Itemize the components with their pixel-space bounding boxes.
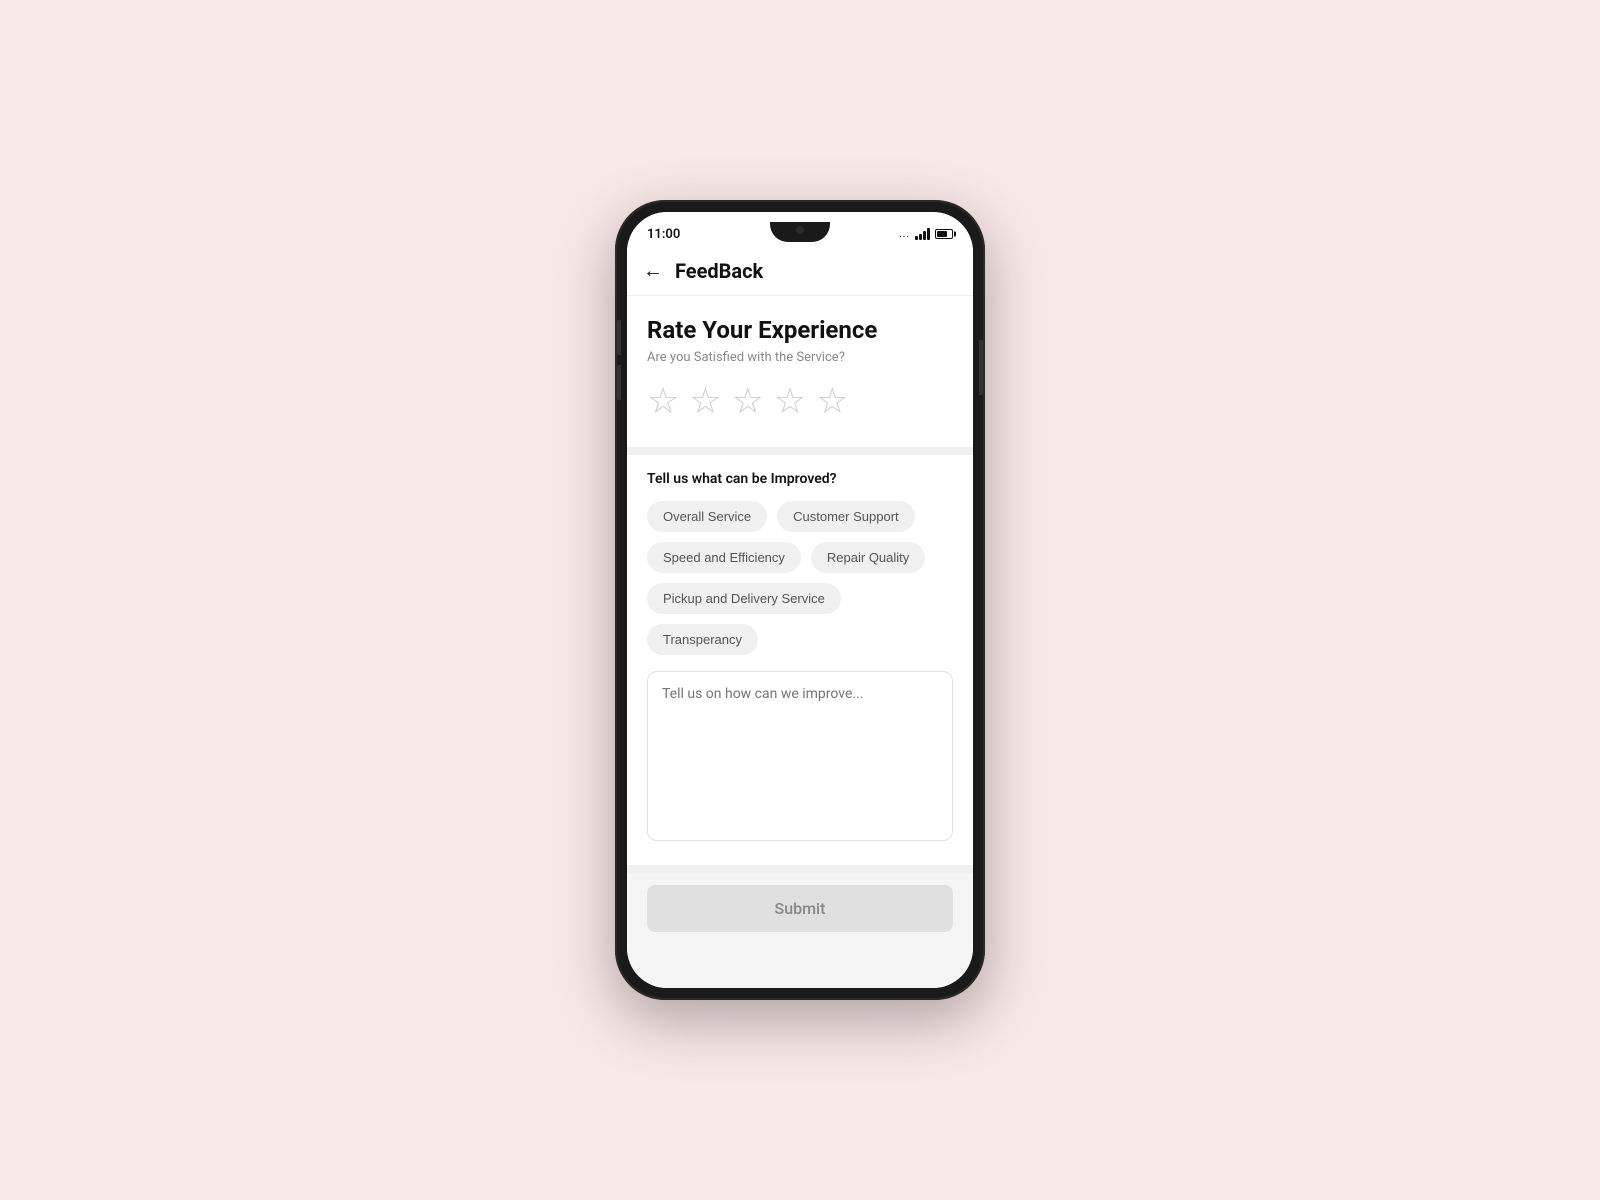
battery-fill — [937, 231, 947, 237]
improve-section: Tell us what can be Improved? Overall Se… — [627, 455, 973, 865]
tag-item[interactable]: Overall Service — [647, 501, 767, 532]
tag-item[interactable]: Transperancy — [647, 624, 758, 655]
rate-title: Rate Your Experience — [647, 316, 953, 344]
submit-button[interactable]: Submit — [647, 885, 953, 932]
signal-dots: ... — [899, 229, 910, 240]
tag-item[interactable]: Repair Quality — [811, 542, 925, 573]
rate-experience-card: Rate Your Experience Are you Satisfied w… — [627, 296, 973, 447]
signal-icon — [915, 228, 930, 240]
star-1[interactable]: ☆ — [647, 383, 679, 419]
improve-title: Tell us what can be Improved? — [647, 471, 953, 487]
feedback-textarea[interactable] — [647, 671, 953, 841]
back-button[interactable]: ← — [643, 258, 663, 283]
stars-row: ☆ ☆ ☆ ☆ ☆ — [647, 383, 953, 419]
star-3[interactable]: ☆ — [732, 383, 764, 419]
star-2[interactable]: ☆ — [689, 383, 721, 419]
tag-item[interactable]: Pickup and Delivery Service — [647, 583, 841, 614]
phone-frame: 11:00 ... ← FeedBack — [615, 200, 985, 1000]
status-icons: ... — [899, 228, 953, 240]
phone-notch — [770, 222, 830, 242]
divider-2 — [627, 865, 973, 873]
status-time: 11:00 — [647, 227, 680, 242]
tags-container: Overall Service Customer Support Speed and… — [647, 501, 953, 655]
volume-up-button — [617, 320, 621, 355]
rate-subtitle: Are you Satisfied with the Service? — [647, 350, 953, 365]
notch-camera — [796, 226, 804, 234]
battery-icon — [935, 229, 953, 239]
divider-1 — [627, 447, 973, 455]
bottom-area: Submit — [627, 873, 973, 944]
tag-item[interactable]: Customer Support — [777, 501, 915, 532]
star-4[interactable]: ☆ — [774, 383, 806, 419]
app-header: ← FeedBack — [627, 248, 973, 296]
content-area: Rate Your Experience Are you Satisfied w… — [627, 296, 973, 988]
volume-down-button — [617, 365, 621, 400]
tag-item[interactable]: Speed and Efficiency — [647, 542, 801, 573]
power-button — [979, 340, 983, 395]
page-title: FeedBack — [675, 259, 763, 283]
star-5[interactable]: ☆ — [816, 383, 848, 419]
phone-screen: 11:00 ... ← FeedBack — [627, 212, 973, 988]
